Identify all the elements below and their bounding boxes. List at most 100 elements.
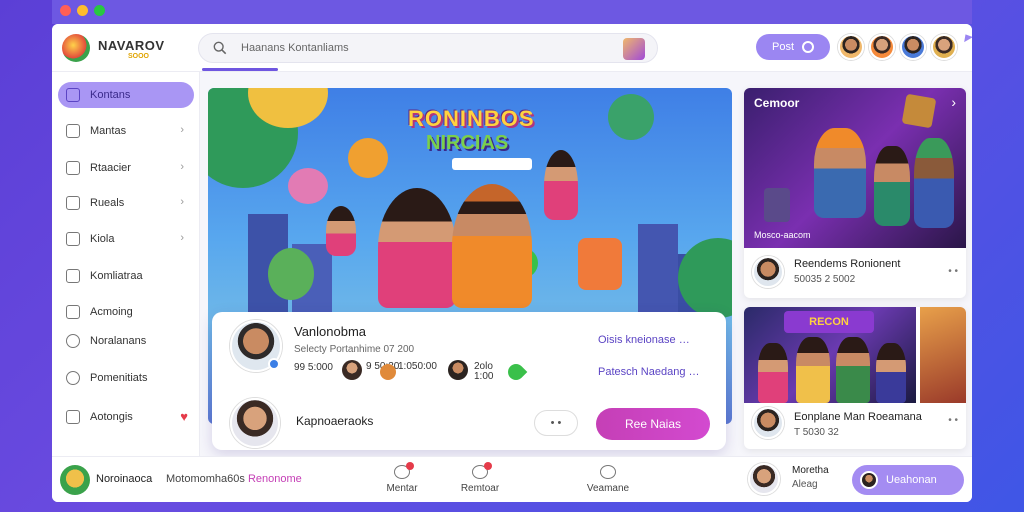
nav-remtoar[interactable]: Remtoar (450, 461, 510, 499)
sidebar-item-noralanans[interactable]: Noralanans (58, 328, 194, 354)
mail-icon (66, 410, 80, 424)
chevron-right-icon: › (180, 161, 184, 173)
character-shape (874, 146, 910, 226)
sidebar-item-rueals[interactable]: Rueals › (58, 190, 194, 216)
featured-card[interactable]: Cemoor › Mosco-aacom Reendems Ronionent … (744, 88, 966, 298)
avatar[interactable] (342, 360, 362, 380)
nav-label: Mentar (386, 483, 418, 494)
edit-icon (66, 196, 80, 210)
nav-veamane[interactable]: Veamane (578, 461, 638, 499)
bottom-user-name[interactable]: Noroinaoca (96, 473, 152, 485)
secondary-card[interactable]: RECON Eonplane Man Roeamana T 5030 32 • … (744, 307, 966, 449)
logo-icon[interactable] (62, 34, 90, 62)
featured-name[interactable]: Reendems Ronionent (794, 258, 900, 270)
avatar[interactable] (230, 398, 280, 448)
avatar[interactable] (448, 360, 468, 380)
creature-shape (288, 168, 328, 204)
chat-bubble-icon (472, 462, 492, 479)
close-window-icon[interactable] (60, 5, 71, 16)
side-thumbnail[interactable] (920, 307, 966, 403)
creator-link-1[interactable]: Oisis kneionase … (598, 334, 690, 346)
home-icon (66, 88, 80, 102)
sidebar-item-mantas[interactable]: Mantas › (58, 118, 194, 144)
frame-shape (901, 93, 937, 129)
status-accent-link[interactable]: Renonome (248, 473, 302, 485)
heart-green-icon[interactable] (504, 360, 528, 384)
sidebar-item-pomenitiats[interactable]: Pomenitiats (58, 365, 194, 391)
brand-sub: SOOO (128, 53, 150, 60)
avatar[interactable] (931, 34, 957, 60)
creator-subtitle: Selecty Portanhime 07 200 (294, 344, 415, 355)
sidebar-item-kontans[interactable]: Kontans (58, 82, 194, 108)
creator-link-2[interactable]: Patesch Naedang … (598, 366, 700, 378)
sidebar-item-aotongis[interactable]: Aotongis ♥ (58, 404, 194, 430)
maximize-window-icon[interactable] (94, 5, 105, 16)
avatar[interactable] (752, 256, 784, 288)
character-shape (814, 128, 866, 218)
sidebar-item-label: Acmoing (90, 306, 133, 318)
notification-badge (406, 462, 414, 470)
mini-stat-2: 1:050:00 (398, 361, 437, 372)
console-shape (764, 188, 790, 222)
avatar[interactable] (869, 34, 895, 60)
app-window: NAVAROV SOOO Haanans Kontanliams Post Ko… (52, 24, 972, 502)
primary-cta-button[interactable]: Ree Naias (596, 408, 710, 440)
sidebar-item-acmoing[interactable]: Acmoing (58, 299, 194, 325)
bottom-right-name[interactable]: Moretha (792, 465, 829, 476)
window-titlebar (52, 0, 972, 24)
bottom-cta-button[interactable]: Ueahonan (852, 465, 964, 495)
secondary-image[interactable]: RECON (744, 307, 916, 403)
sidebar-item-label: Aotongis (90, 411, 133, 423)
more-icon[interactable]: • • (948, 415, 958, 426)
banner-title-plate (452, 158, 532, 170)
banner-title: RONINBOS (408, 106, 535, 131)
featured-image[interactable] (744, 88, 966, 248)
avatar[interactable] (900, 34, 926, 60)
character-shape (876, 343, 906, 403)
sidebar-item-komliatraa[interactable]: Komliatraa (58, 263, 194, 289)
character-shape (796, 337, 830, 403)
avatar[interactable] (60, 465, 90, 495)
avatar[interactable] (838, 34, 864, 60)
chevron-right-icon: › (180, 196, 184, 208)
avatar (860, 471, 878, 489)
dropdown-caret-icon[interactable] (961, 31, 972, 43)
traffic-lights (60, 5, 105, 16)
sidebar-item-label: Rtaacier (90, 162, 131, 174)
mini-stat-3: 2olo 1:00 (474, 361, 494, 382)
heart-icon[interactable]: ♥ (180, 409, 188, 424)
post-button-label: Post (771, 41, 794, 53)
bottom-status-text: Motomomha60s Renonome (166, 473, 302, 485)
minimize-window-icon[interactable] (77, 5, 88, 16)
brand-name[interactable]: NAVAROV (98, 38, 165, 53)
secondary-name[interactable]: Kapnoaeraoks (296, 414, 373, 428)
creature-shape (348, 138, 388, 178)
sidebar-item-kiola[interactable]: Kiola › (58, 226, 194, 252)
sidebar-item-label: Komliatraa (90, 270, 143, 282)
nav-mentar[interactable]: Mentar (372, 461, 432, 499)
secondary-card-meta: T 5030 32 (794, 427, 839, 438)
avatar[interactable] (748, 463, 780, 495)
creature-shape (268, 248, 314, 300)
clock-icon (66, 334, 80, 348)
sidebar-item-rtaacier[interactable]: Rtaacier › (58, 155, 194, 181)
character-girl (378, 188, 456, 308)
character-jumping (544, 150, 578, 220)
creator-stats: 99 5:000 (294, 362, 333, 373)
active-tab-indicator (202, 68, 278, 71)
creator-name[interactable]: Vanlonobma (294, 324, 366, 339)
header: NAVAROV SOOO Haanans Kontanliams Post (52, 24, 972, 72)
search-thumbnail-icon[interactable] (623, 38, 645, 60)
sidebar-item-label: Kontans (90, 89, 131, 101)
more-icon[interactable]: • • (948, 266, 958, 277)
plus-ring-icon (802, 41, 814, 53)
pin-icon (66, 305, 80, 319)
search-input[interactable]: Haanans Kontanliams (198, 33, 658, 63)
avatar[interactable] (752, 407, 784, 439)
more-button[interactable]: • • (534, 410, 578, 436)
compass-icon (600, 465, 616, 479)
secondary-card-name[interactable]: Eonplane Man Roeamana (794, 411, 922, 423)
post-button[interactable]: Post (756, 34, 830, 60)
chevron-right-icon[interactable]: › (951, 94, 956, 110)
refresh-icon (66, 371, 80, 385)
